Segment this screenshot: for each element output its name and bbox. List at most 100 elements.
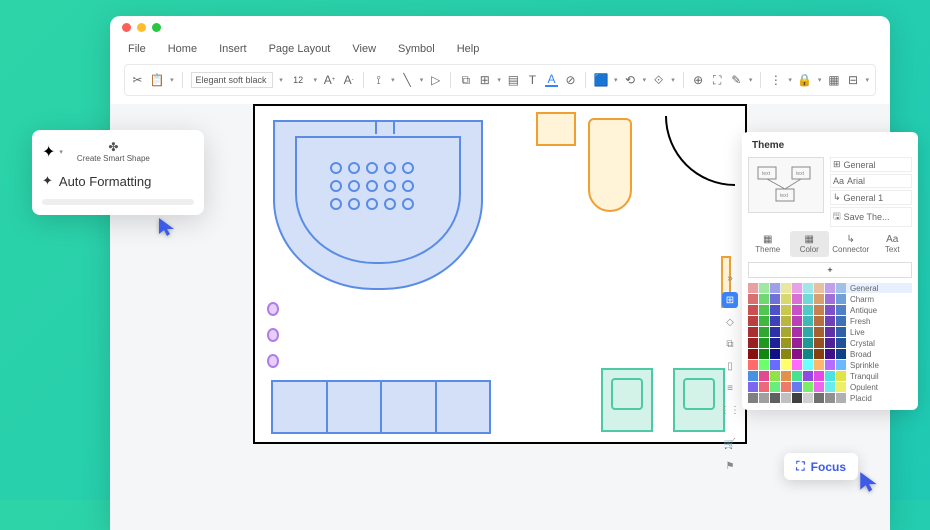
- color-swatch[interactable]: [836, 316, 846, 326]
- color-swatch[interactable]: [825, 283, 835, 293]
- color-swatch[interactable]: [836, 371, 846, 381]
- color-swatch[interactable]: [748, 360, 758, 370]
- floor-plan-canvas[interactable]: [253, 104, 747, 444]
- menu-symbol[interactable]: Symbol: [398, 43, 435, 55]
- grid-icon[interactable]: ▦: [827, 73, 840, 87]
- rail-outline-icon[interactable]: ≡: [722, 380, 738, 396]
- color-swatch[interactable]: [814, 393, 824, 403]
- color-swatch[interactable]: [748, 294, 758, 304]
- color-preset-row[interactable]: Charm: [748, 294, 912, 304]
- color-swatch[interactable]: [748, 349, 758, 359]
- color-swatch[interactable]: [748, 382, 758, 392]
- color-preset-row[interactable]: Crystal: [748, 338, 912, 348]
- color-swatch[interactable]: [792, 338, 802, 348]
- color-preset-row[interactable]: Live: [748, 327, 912, 337]
- color-swatch[interactable]: [803, 393, 813, 403]
- menu-help[interactable]: Help: [457, 43, 480, 55]
- color-swatch[interactable]: [792, 316, 802, 326]
- rail-cart-icon[interactable]: 🛒: [722, 436, 738, 452]
- theme-line-row[interactable]: ↳General 1: [830, 190, 912, 205]
- color-swatch[interactable]: [792, 283, 802, 293]
- color-swatch[interactable]: [781, 327, 791, 337]
- toilet-shape[interactable]: [588, 118, 632, 212]
- color-swatch[interactable]: [781, 294, 791, 304]
- color-swatch[interactable]: [792, 305, 802, 315]
- chevron-down-icon[interactable]: ▾: [59, 148, 63, 156]
- color-swatch[interactable]: [770, 371, 780, 381]
- progress-slider[interactable]: [42, 199, 194, 205]
- color-preset-row[interactable]: Antique: [748, 305, 912, 315]
- color-swatch[interactable]: [803, 327, 813, 337]
- vanity-sink-shape[interactable]: [601, 368, 653, 432]
- color-swatch[interactable]: [770, 382, 780, 392]
- color-swatch[interactable]: [781, 316, 791, 326]
- door-shape[interactable]: [665, 116, 735, 186]
- auto-formatting-label[interactable]: ✦ Auto Formatting: [42, 173, 194, 189]
- color-swatch[interactable]: [759, 349, 769, 359]
- color-swatch[interactable]: [759, 305, 769, 315]
- bathtub-shape[interactable]: [273, 120, 483, 290]
- color-swatch[interactable]: [836, 382, 846, 392]
- color-swatch[interactable]: [748, 393, 758, 403]
- vanity-sink-shape[interactable]: [673, 368, 725, 432]
- color-swatch[interactable]: [836, 338, 846, 348]
- color-swatch[interactable]: [836, 349, 846, 359]
- color-swatch[interactable]: [770, 305, 780, 315]
- color-swatch[interactable]: [836, 393, 846, 403]
- tab-color[interactable]: ▦Color: [790, 231, 830, 257]
- link-icon[interactable]: ⊘: [564, 73, 577, 87]
- fullscreen-icon[interactable]: ⛶: [711, 73, 724, 87]
- color-swatch[interactable]: [803, 360, 813, 370]
- color-swatch[interactable]: [814, 360, 824, 370]
- color-swatch[interactable]: [748, 305, 758, 315]
- color-preset-row[interactable]: Fresh: [748, 316, 912, 326]
- line-icon[interactable]: ╲: [401, 73, 414, 87]
- color-swatch[interactable]: [814, 349, 824, 359]
- color-swatch[interactable]: [781, 349, 791, 359]
- maximize-icon[interactable]: [152, 23, 161, 32]
- color-swatch[interactable]: [781, 283, 791, 293]
- color-swatch[interactable]: [759, 283, 769, 293]
- color-swatch[interactable]: [814, 382, 824, 392]
- cabinet-shape[interactable]: [271, 380, 491, 434]
- color-swatch[interactable]: [814, 327, 824, 337]
- menu-insert[interactable]: Insert: [219, 43, 247, 55]
- color-swatch[interactable]: [781, 371, 791, 381]
- align-icon[interactable]: ▤: [507, 73, 520, 87]
- tab-theme[interactable]: ▦Theme: [748, 231, 788, 257]
- color-swatch[interactable]: [836, 294, 846, 304]
- close-icon[interactable]: [122, 23, 131, 32]
- color-swatch[interactable]: [825, 316, 835, 326]
- color-swatch[interactable]: [748, 283, 758, 293]
- color-swatch[interactable]: [792, 327, 802, 337]
- rail-flag-icon[interactable]: ⚑: [722, 458, 738, 474]
- color-swatch[interactable]: [803, 371, 813, 381]
- color-swatch[interactable]: [759, 338, 769, 348]
- color-swatch[interactable]: [770, 294, 780, 304]
- rail-expand-icon[interactable]: »: [722, 270, 738, 286]
- color-swatch[interactable]: [759, 294, 769, 304]
- color-swatch[interactable]: [803, 382, 813, 392]
- color-swatch[interactable]: [792, 294, 802, 304]
- color-swatch[interactable]: [792, 393, 802, 403]
- theme-font-row[interactable]: AaArial: [830, 174, 912, 188]
- color-swatch[interactable]: [759, 360, 769, 370]
- color-swatch[interactable]: [825, 294, 835, 304]
- rail-layers-icon[interactable]: ⧉: [722, 336, 738, 352]
- color-preset-row[interactable]: Opulent: [748, 382, 912, 392]
- menu-file[interactable]: File: [128, 43, 146, 55]
- color-swatch[interactable]: [803, 316, 813, 326]
- color-swatch[interactable]: [792, 360, 802, 370]
- color-swatch[interactable]: [770, 349, 780, 359]
- text-icon[interactable]: T: [526, 73, 539, 87]
- color-swatch[interactable]: [814, 338, 824, 348]
- color-swatch[interactable]: [814, 294, 824, 304]
- color-swatch[interactable]: [748, 316, 758, 326]
- font-size[interactable]: 12: [289, 75, 308, 85]
- color-swatch[interactable]: [781, 393, 791, 403]
- color-swatch[interactable]: [825, 349, 835, 359]
- color-swatch[interactable]: [814, 283, 824, 293]
- color-swatch[interactable]: [825, 393, 835, 403]
- color-swatch[interactable]: [836, 360, 846, 370]
- color-swatch[interactable]: [759, 327, 769, 337]
